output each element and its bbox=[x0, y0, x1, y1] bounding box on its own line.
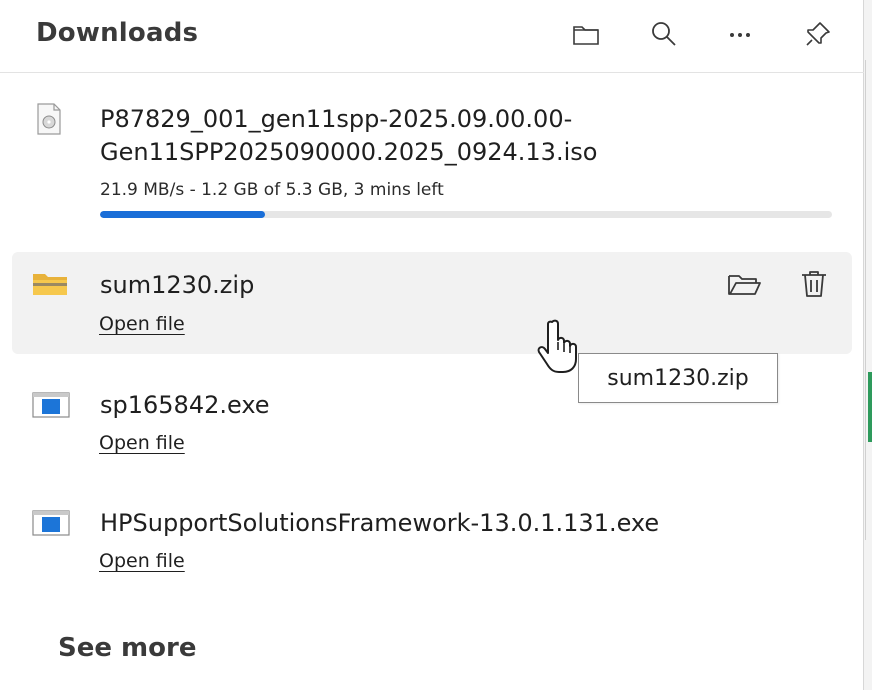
show-in-folder-button[interactable] bbox=[722, 264, 766, 304]
download-filename-line1: P87829_001_gen11spp-2025.09.00.00- bbox=[100, 105, 573, 133]
disc-image-file-icon bbox=[37, 103, 61, 135]
exe-window-icon bbox=[32, 510, 70, 536]
more-icon bbox=[730, 33, 750, 37]
download-filename: sp165842.exe bbox=[100, 391, 270, 419]
download-filename: sum1230.zip bbox=[100, 271, 255, 299]
delete-download-button[interactable] bbox=[792, 264, 836, 304]
background-window-edge bbox=[864, 0, 872, 690]
zip-folder-icon bbox=[33, 274, 67, 295]
downloads-header: Downloads bbox=[0, 0, 864, 73]
open-downloads-folder-button[interactable] bbox=[564, 14, 608, 54]
download-item-iso[interactable]: P87829_001_gen11spp-2025.09.00.00- Gen11… bbox=[12, 84, 852, 244]
folder-open-icon bbox=[728, 275, 761, 295]
hand-cursor-icon bbox=[537, 319, 577, 373]
pin-icon bbox=[806, 22, 830, 46]
folder-icon bbox=[573, 26, 599, 45]
download-status: 21.9 MB/s - 1.2 GB of 5.3 GB, 3 mins lef… bbox=[100, 180, 444, 200]
background-divider bbox=[865, 60, 866, 540]
see-more-button[interactable]: See more bbox=[58, 633, 196, 663]
trash-icon bbox=[802, 271, 826, 297]
download-progress-bar bbox=[100, 211, 832, 218]
exe-window-icon bbox=[32, 392, 70, 418]
search-icon bbox=[652, 22, 676, 46]
downloads-title: Downloads bbox=[36, 18, 199, 48]
more-options-button[interactable] bbox=[718, 14, 762, 54]
download-filename-line2: Gen11SPP2025090000.2025_0924.13.iso bbox=[100, 138, 598, 166]
download-progress-fill bbox=[100, 211, 266, 218]
open-file-link[interactable]: Open file bbox=[99, 550, 185, 572]
open-file-link[interactable]: Open file bbox=[99, 313, 185, 335]
background-accent-bar bbox=[868, 372, 872, 442]
filename-tooltip: sum1230.zip bbox=[578, 353, 778, 403]
open-file-link[interactable]: Open file bbox=[99, 432, 185, 454]
search-downloads-button[interactable] bbox=[642, 14, 686, 54]
downloads-flyout: Downloads P87829_001_gen11spp-2025.09.00… bbox=[0, 0, 864, 690]
download-item-sum1230[interactable]: sum1230.zip Open file bbox=[12, 252, 852, 354]
pin-downloads-button[interactable] bbox=[796, 14, 840, 54]
download-filename: HPSupportSolutionsFramework-13.0.1.131.e… bbox=[100, 509, 660, 537]
download-item-hpsupport[interactable]: HPSupportSolutionsFramework-13.0.1.131.e… bbox=[12, 490, 852, 592]
